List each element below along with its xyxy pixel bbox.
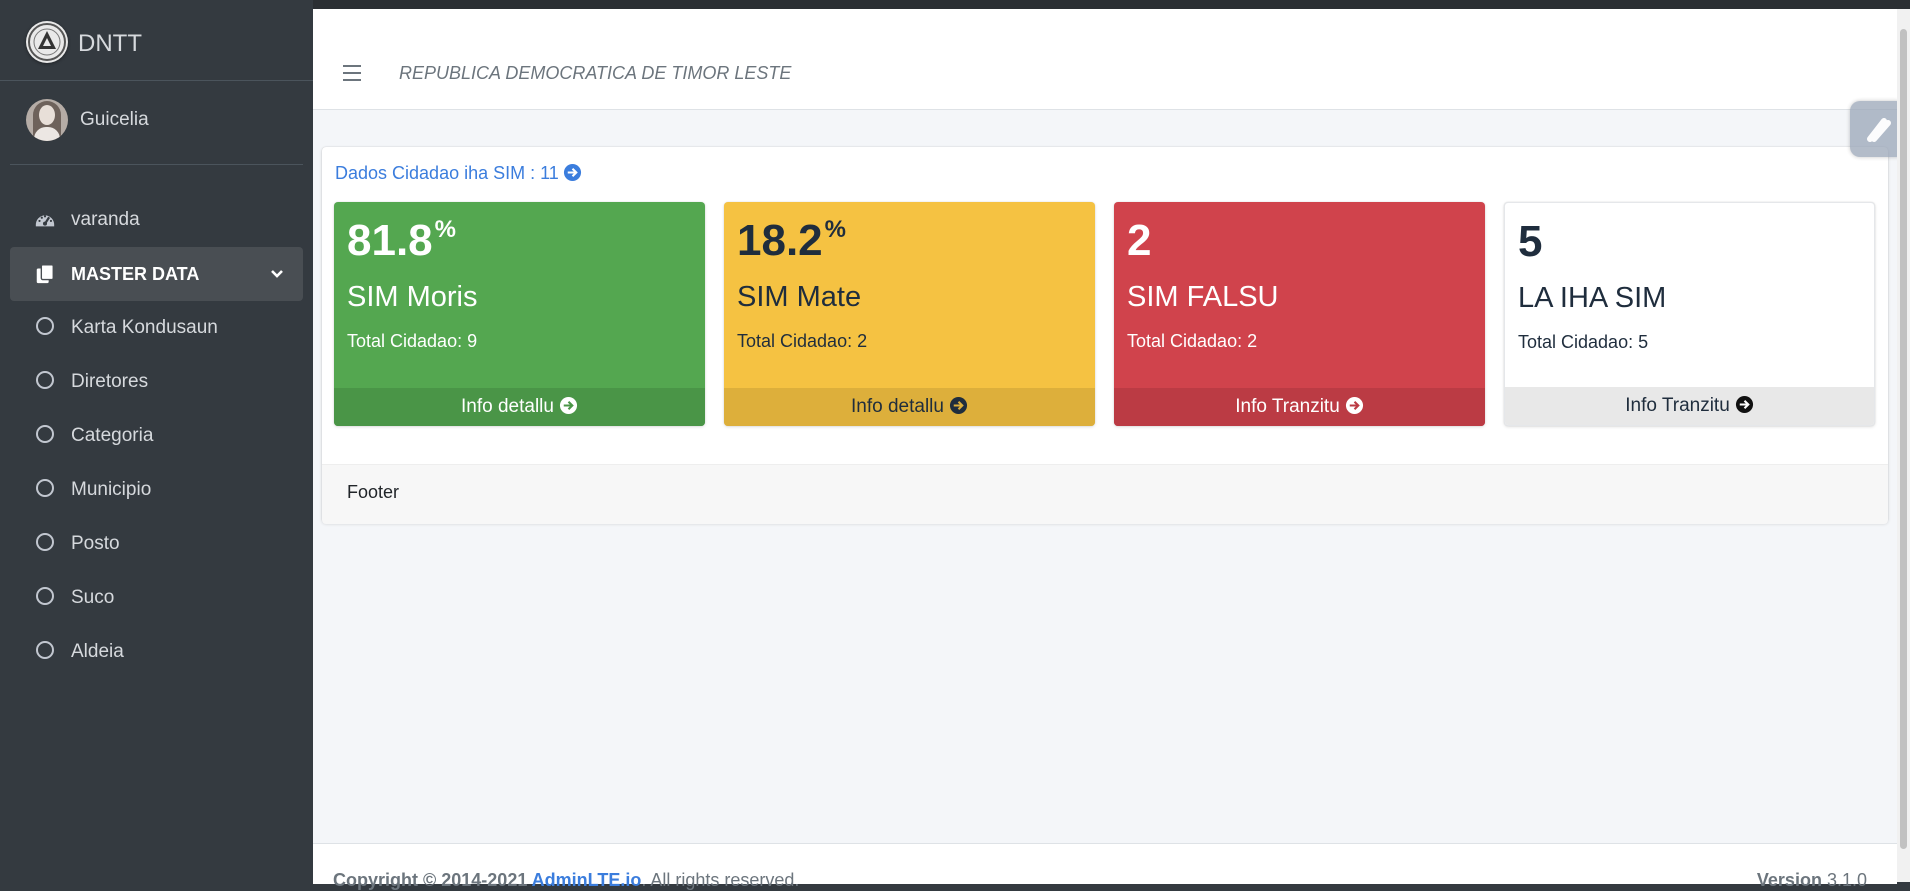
sidebar-item-karta-kondusaun[interactable]: Karta Kondusaun [10,301,303,355]
sidebar-nav: varanda MASTER DATA Karta Kondusaun Dire… [10,193,303,679]
sidebar: DNTT Guicelia varanda MASTER DATA Karta … [0,0,313,882]
stat-value: 81.8% [347,216,456,265]
scrollbar[interactable] [1897,9,1910,882]
user-name[interactable]: Guicelia [80,109,149,131]
navbar-title: REPUBLICA DEMOCRATICA DE TIMOR LESTE [399,63,792,83]
stat-name: LA IHA SIM [1518,282,1667,314]
sidebar-item-label: Posto [71,533,120,554]
top-navbar: REPUBLICA DEMOCRATICA DE TIMOR LESTE [313,9,1897,110]
stat-name: SIM Mate [737,281,862,313]
content-wrapper: REPUBLICA DEMOCRATICA DE TIMOR LESTE Dad… [313,9,1897,890]
sidebar-item-categoria[interactable]: Categoria [10,409,303,463]
stat-box-la-iha-sim: 5 LA IHA SIM Total Cidadao: 5 Info Tranz… [1504,202,1875,426]
info-detallu-link[interactable]: Info detallu [724,388,1095,426]
circle-icon [36,317,54,335]
circle-icon [36,533,54,551]
stat-name: SIM FALSU [1127,281,1279,313]
brand-text: DNTT [78,30,142,57]
sidebar-item-label: varanda [71,209,140,230]
stat-sub: Total Cidadao: 2 [1127,331,1258,351]
user-panel[interactable]: Guicelia [10,80,303,165]
sidebar-item-label: MASTER DATA [71,264,200,284]
arrow-circle-right-icon [1345,396,1363,415]
stat-value: 2 [1127,216,1152,265]
sidebar-item-suco[interactable]: Suco [10,571,303,625]
stat-box-sim-moris: 81.8% SIM Moris Total Cidadao: 9 Info de… [334,202,705,426]
circle-icon [36,641,54,659]
sidebar-item-municipio[interactable]: Municipio [10,463,303,517]
circle-icon [36,425,54,443]
sidebar-item-label: Aldeia [71,641,124,662]
stat-box-sim-falsu: 2 SIM FALSU Total Cidadao: 2 Info Tranzi… [1114,202,1485,426]
info-tranzitu-link[interactable]: Info Tranzitu [1505,387,1874,425]
card-footer: Footer [322,464,1888,524]
citizens-sim-link[interactable]: Dados Cidadao iha SIM : 11 [335,163,582,184]
main-card: Dados Cidadao iha SIM : 11 81.8% SIM Mor… [322,147,1888,524]
stat-value: 18.2% [737,216,846,265]
copyright-text: Copyright © 2014-2021 AdminLTE.io. All r… [333,870,800,890]
sidebar-item-varanda[interactable]: varanda [10,193,303,247]
citizens-sim-link-label: Dados Cidadao iha SIM : 11 [335,163,559,183]
sidebar-item-label: Suco [71,587,115,608]
stat-box-sim-mate: 18.2% SIM Mate Total Cidadao: 2 Info det… [724,202,1095,426]
info-tranzitu-link[interactable]: Info Tranzitu [1114,388,1485,426]
circle-icon [36,587,54,605]
page-footer: Copyright © 2014-2021 AdminLTE.io. All r… [313,843,1897,890]
sidebar-item-master-data[interactable]: MASTER DATA [10,247,303,301]
sidebar-item-label: Karta Kondusaun [71,317,218,338]
sidebar-item-label: Municipio [71,479,152,500]
brand-link[interactable]: DNTT [0,0,313,81]
stat-name: SIM Moris [347,281,478,313]
sidebar-item-label: Diretores [71,371,149,392]
card-footer-text: Footer [347,482,400,502]
arrow-circle-right-icon [563,163,581,182]
tachometer-icon [35,215,55,227]
stat-sub: Total Cidadao: 5 [1518,332,1649,352]
info-detallu-link[interactable]: Info detallu [334,388,705,426]
circle-icon [36,371,54,389]
sidebar-item-diretores[interactable]: Diretores [10,355,303,409]
brand-logo-icon [26,21,68,63]
scrollbar-thumb[interactable] [1900,29,1907,849]
version-text: Version 3.1.0 [1756,870,1867,890]
stat-sub: Total Cidadao: 2 [737,331,868,351]
sidebar-item-posto[interactable]: Posto [10,517,303,571]
sidebar-item-label: Categoria [71,425,154,446]
avatar[interactable] [26,99,68,141]
arrow-circle-right-icon [949,396,968,415]
arrow-circle-right-icon [1735,395,1753,414]
sidebar-item-aldeia[interactable]: Aldeia [10,625,303,679]
adminlte-link[interactable]: AdminLTE.io [532,870,642,890]
stat-value: 5 [1518,217,1543,266]
chevron-down-icon [271,270,283,278]
arrow-circle-right-icon [559,396,578,415]
stat-sub: Total Cidadao: 9 [347,331,478,351]
menu-toggle-icon[interactable] [343,65,361,81]
copy-icon [36,264,54,284]
circle-icon [36,479,54,497]
